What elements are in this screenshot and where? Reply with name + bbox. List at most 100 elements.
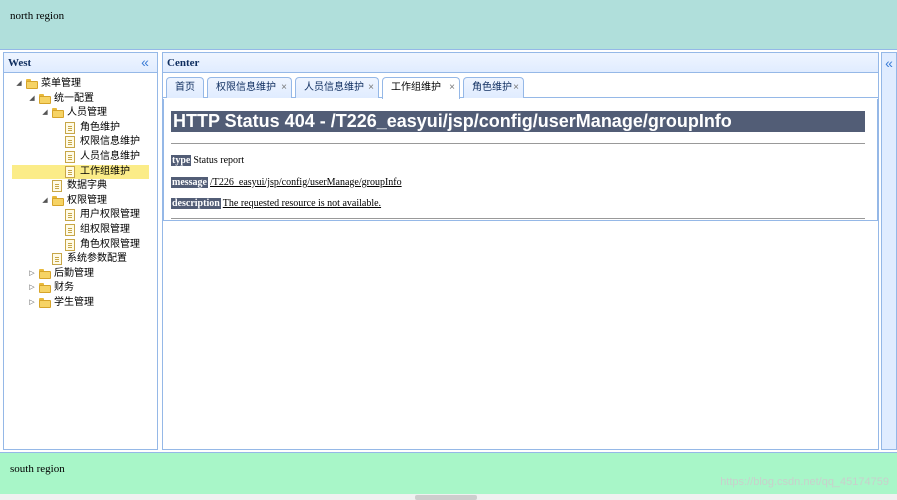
tree-node-label: 系统参数配置: [67, 253, 127, 265]
tree-node[interactable]: 角色维护: [4, 121, 157, 136]
north-region: north region: [0, 0, 897, 50]
error-description-line: description The requested resource is not…: [171, 198, 381, 210]
tree-node-label: 人员管理: [67, 107, 107, 119]
tree-collapse-icon[interactable]: ◢: [40, 106, 50, 120]
tree-node[interactable]: 人员信息维护: [4, 150, 157, 165]
tree-node-label: 工作组维护: [80, 165, 130, 177]
tree-node-label: 财务: [54, 282, 74, 294]
file-icon: [65, 121, 75, 134]
scrollbar-thumb[interactable]: [415, 495, 477, 500]
folder-icon: [39, 297, 51, 308]
center-panel-header: Center: [163, 53, 878, 73]
west-panel: West « ◢ 菜单管理 ◢ 统一配置 ◢ 人员管理角色维护权限信息维护 人员信息维护 工作…: [3, 52, 158, 450]
error-message-value: /T226_easyui/jsp/config/userManage/group…: [210, 177, 402, 188]
tree-node[interactable]: 数据字典: [4, 179, 157, 194]
error-type-line: type Status report: [171, 155, 244, 167]
tab-label: 人员信息维护: [304, 82, 364, 93]
close-icon[interactable]: ×: [368, 78, 374, 98]
tree-node-label: 权限管理: [67, 194, 107, 206]
tab-label: 首页: [175, 82, 195, 93]
tree-node[interactable]: ◢ 统一配置: [4, 92, 157, 107]
tree-node-label: 后勤管理: [54, 267, 94, 279]
tab-label: 角色维护: [472, 82, 512, 93]
divider: [171, 143, 865, 144]
tab-0[interactable]: 首页: [166, 77, 204, 98]
south-region: south region https://blog.csdn.net/qq_45…: [0, 452, 897, 494]
folder-open-icon: [52, 108, 64, 119]
tree-expand-icon[interactable]: ▷: [27, 267, 37, 281]
tab-label: 权限信息维护: [216, 82, 276, 93]
close-icon[interactable]: ×: [513, 78, 519, 98]
tree-node-label: 学生管理: [54, 296, 94, 308]
error-message-line: message/T226_easyui/jsp/config/userManag…: [171, 177, 402, 189]
collapse-left-icon[interactable]: «: [139, 55, 151, 69]
menu-tree: ◢ 菜单管理 ◢ 统一配置 ◢ 人员管理角色维护权限信息维护 人员信息维护 工作组维护数据字典…: [4, 77, 157, 311]
expand-east-icon[interactable]: «: [883, 56, 895, 70]
tree-node[interactable]: ▷ 学生管理: [4, 296, 157, 311]
tree-expand-icon[interactable]: ▷: [27, 296, 37, 310]
tree-node[interactable]: ▷ 财务: [4, 281, 157, 296]
tree-node-label: 角色维护: [80, 121, 120, 133]
error-type-key: type: [171, 155, 192, 166]
file-icon: [52, 253, 62, 266]
folder-icon: [39, 283, 51, 294]
tree-node-label: 角色权限管理: [80, 238, 140, 250]
tree-collapse-icon[interactable]: ◢: [14, 77, 24, 91]
file-icon: [65, 223, 75, 236]
watermark: https://blog.csdn.net/qq_45174759: [720, 476, 889, 488]
tree-node[interactable]: 用户权限管理: [4, 208, 157, 223]
error-message-key: message: [171, 177, 208, 188]
east-panel-collapsed[interactable]: «: [881, 52, 897, 450]
north-region-label: north region: [10, 10, 65, 22]
tree-node[interactable]: 系统参数配置: [4, 252, 157, 267]
file-icon: [65, 165, 75, 178]
tree-collapse-icon[interactable]: ◢: [27, 92, 37, 106]
file-icon: [65, 238, 75, 251]
tree-node-label: 人员信息维护: [80, 150, 140, 162]
west-panel-header: West «: [4, 53, 157, 73]
tab-bar: 首页 权限信息维护 × 人员信息维护 × 工作组维护 × 角色维护 ×: [163, 73, 878, 99]
tree-node-label: 统一配置: [54, 92, 94, 104]
tab-content: HTTP Status 404 - /T226_easyui/jsp/confi…: [163, 99, 878, 449]
close-icon[interactable]: ×: [449, 78, 455, 98]
tab-3[interactable]: 工作组维护 ×: [382, 77, 460, 99]
folder-open-icon: [52, 195, 64, 206]
tree-expand-icon[interactable]: ▷: [27, 281, 37, 295]
tree-node[interactable]: ◢ 权限管理: [4, 194, 157, 209]
file-icon: [52, 180, 62, 193]
error-page: HTTP Status 404 - /T226_easyui/jsp/confi…: [163, 99, 878, 221]
tree-node-label: 菜单管理: [41, 78, 81, 89]
tab-label: 工作组维护: [391, 82, 441, 93]
center-panel-title: Center: [167, 57, 200, 69]
tree-node[interactable]: ◢ 菜单管理: [4, 77, 157, 92]
folder-open-icon: [26, 79, 38, 89]
tree-node-label: 数据字典: [67, 180, 107, 192]
tree-node-label: 组权限管理: [80, 223, 130, 235]
tree-node[interactable]: ◢ 人员管理: [4, 106, 157, 121]
folder-open-icon: [39, 93, 51, 104]
tab-2[interactable]: 人员信息维护 ×: [295, 77, 379, 98]
tree-node[interactable]: 工作组维护: [12, 164, 149, 180]
error-description-value: The requested resource is not available.: [222, 198, 382, 209]
file-icon: [65, 209, 75, 222]
tree-collapse-icon[interactable]: ◢: [40, 194, 50, 208]
tab-4[interactable]: 角色维护 ×: [463, 77, 524, 98]
file-icon: [65, 136, 75, 149]
error-type-value: Status report: [193, 155, 245, 166]
divider-bottom: [171, 218, 865, 219]
error-description-key: description: [171, 198, 221, 209]
tree-node[interactable]: 组权限管理: [4, 223, 157, 238]
error-title: HTTP Status 404 - /T226_easyui/jsp/confi…: [171, 111, 865, 132]
file-icon: [65, 150, 75, 163]
tree-node-label: 权限信息维护: [80, 136, 140, 148]
south-region-label: south region: [10, 463, 65, 475]
center-panel: Center 首页 权限信息维护 × 人员信息维护 × 工作组维护 × 角色维护 × HTTP …: [162, 52, 879, 450]
tree-node-label: 用户权限管理: [80, 209, 140, 221]
tree-node[interactable]: ▷ 后勤管理: [4, 267, 157, 282]
tree-node[interactable]: 角色权限管理: [4, 238, 157, 253]
folder-icon: [39, 268, 51, 279]
tree-node[interactable]: 权限信息维护: [4, 135, 157, 150]
tab-1[interactable]: 权限信息维护 ×: [207, 77, 292, 98]
close-icon[interactable]: ×: [281, 78, 287, 98]
west-panel-title: West: [8, 57, 32, 69]
